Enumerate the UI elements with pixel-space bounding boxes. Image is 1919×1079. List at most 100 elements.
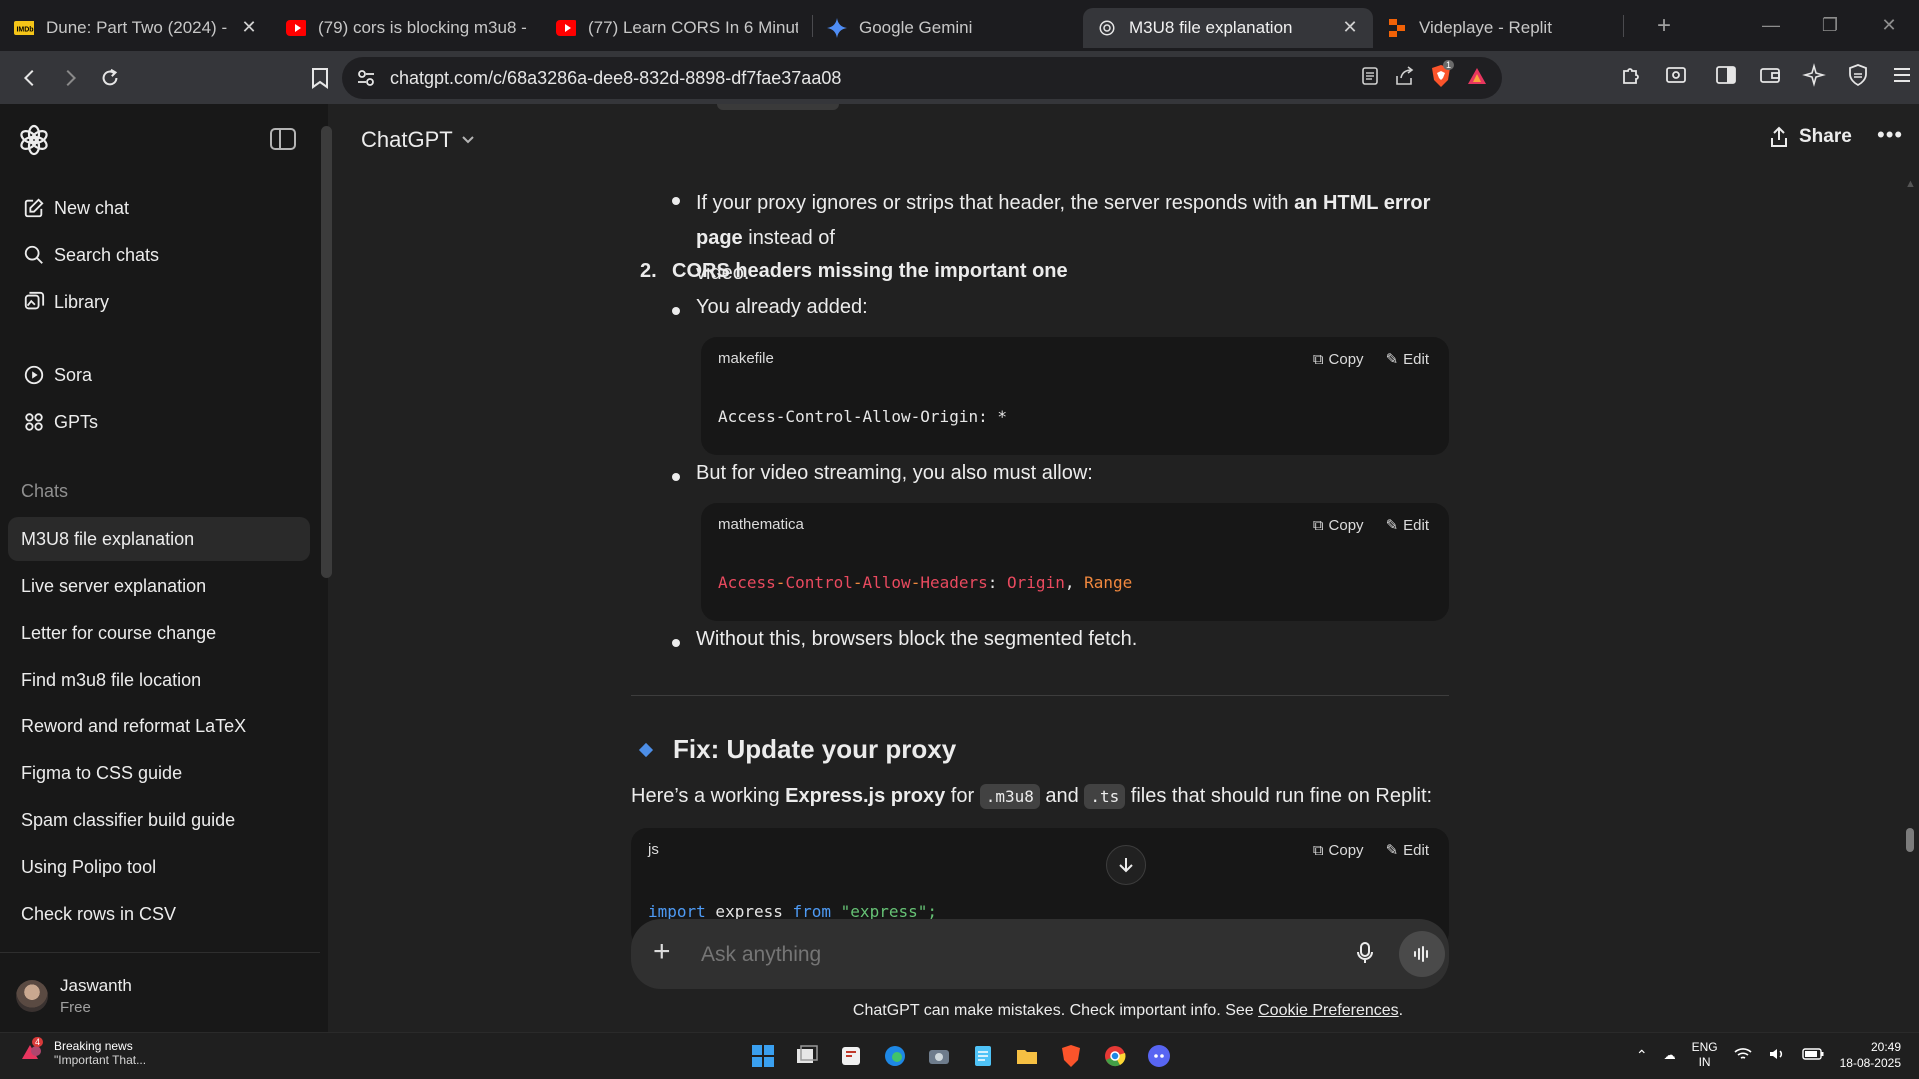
model-selector[interactable]: ChatGPT — [361, 127, 475, 153]
voice-mode-button[interactable] — [1399, 931, 1445, 977]
chat-item[interactable]: Using Polipo tool — [8, 845, 310, 889]
more-options-icon[interactable]: ••• — [1877, 122, 1903, 148]
share-label: Share — [1799, 126, 1852, 147]
news-subtitle: "Important That... — [54, 1053, 147, 1067]
reload-button[interactable] — [90, 58, 130, 98]
share-page-icon[interactable] — [1394, 65, 1416, 91]
chat-item[interactable]: Live server explanation — [8, 564, 310, 608]
new-tab-button[interactable]: + — [1644, 12, 1684, 40]
chat-item[interactable]: Check rows in CSV — [8, 892, 310, 936]
chat-item[interactable]: M3U8 file explanation — [8, 517, 310, 561]
chrome-icon[interactable] — [1100, 1041, 1130, 1071]
sidebar-item-library[interactable]: Library — [8, 280, 310, 324]
cookie-preferences-link[interactable]: Cookie Preferences — [1258, 1002, 1399, 1019]
openai-logo-icon[interactable] — [18, 124, 50, 156]
sidebar-item-new-chat[interactable]: New chat — [8, 186, 310, 230]
bookmark-button[interactable] — [300, 58, 340, 98]
camera-icon[interactable] — [924, 1041, 954, 1071]
onedrive-off-icon[interactable]: ☁ — [1664, 1048, 1676, 1062]
sidebar-item-sora[interactable]: Sora — [8, 353, 310, 397]
forward-button[interactable] — [50, 58, 90, 98]
imdb-icon: IMDb — [14, 18, 34, 38]
snipping-tool-icon[interactable] — [836, 1041, 866, 1071]
address-bar[interactable]: chatgpt.com/c/68a3286a-dee8-832d-8898-df… — [342, 57, 1502, 99]
leo-ai-icon[interactable] — [1802, 63, 1826, 92]
notepad-icon[interactable] — [968, 1041, 998, 1071]
site-settings-icon[interactable] — [356, 68, 376, 93]
code-language: js — [648, 841, 659, 858]
reader-mode-icon[interactable] — [1360, 66, 1380, 91]
language-indicator[interactable]: ENG IN — [1692, 1040, 1718, 1070]
prompt-input[interactable] — [701, 943, 1351, 967]
edit-code-button[interactable]: ✎ Edit — [1386, 516, 1429, 535]
chat-item[interactable]: Letter for course change — [8, 611, 310, 655]
close-tab-icon[interactable]: ✕ — [1341, 17, 1359, 38]
user-profile[interactable]: Jaswanth Free — [16, 976, 132, 1016]
battery-icon[interactable] — [1801, 1047, 1824, 1063]
list-item: You already added: — [672, 296, 868, 319]
share-button[interactable]: Share — [1769, 126, 1852, 148]
close-sidebar-icon[interactable] — [270, 128, 296, 150]
edit-code-button[interactable]: ✎ Edit — [1385, 841, 1429, 860]
file-explorer-icon[interactable] — [1012, 1041, 1042, 1071]
pencil-icon: ✎ — [1385, 842, 1399, 859]
copy-code-button[interactable]: ⧉ Copy — [1313, 350, 1364, 368]
back-button[interactable] — [10, 58, 50, 98]
sidebar-item-label: Search chats — [54, 244, 160, 265]
windows-taskbar: 4 Breaking news "Important That... ⌃ ☁ E… — [0, 1032, 1919, 1079]
news-widget[interactable]: 4 Breaking news "Important That... — [18, 1037, 147, 1067]
wifi-icon[interactable] — [1734, 1047, 1752, 1064]
browser-tab-youtube-1[interactable]: (79) cors is blocking m3u8 - YouTube — [272, 8, 542, 48]
sidebar-item-search-chats[interactable]: Search chats — [8, 233, 310, 277]
browser-tab-youtube-2[interactable]: (77) Learn CORS In 6 Minutes - YouTube — [542, 8, 812, 48]
chat-item[interactable]: Find m3u8 file location — [8, 658, 310, 702]
vpn-icon[interactable] — [1846, 63, 1870, 92]
close-tab-icon[interactable]: ✕ — [240, 17, 258, 38]
main-scrollbar[interactable] — [1906, 828, 1914, 852]
sidebar-toggle-icon[interactable] — [1714, 63, 1738, 92]
menu-icon[interactable] — [1890, 63, 1914, 92]
tab-title: Google Gemini — [859, 17, 973, 37]
browser-tab-active[interactable]: M3U8 file explanation ✕ — [1083, 7, 1373, 48]
sidebar-scrollbar[interactable] — [321, 126, 332, 578]
chat-item[interactable]: Spam classifier build guide — [8, 798, 310, 842]
copy-code-button[interactable]: ⧉ Copy — [1313, 516, 1364, 534]
task-view-icon[interactable] — [792, 1041, 822, 1071]
sidebar-item-label: New chat — [54, 197, 130, 218]
code-line: Access-Control-Allow-Headers: Origin, Ra… — [718, 573, 1133, 592]
system-clock[interactable]: 20:49 18-08-2025 — [1840, 1039, 1901, 1071]
wallet-icon[interactable] — [1758, 63, 1782, 92]
shields-badge: 1 — [1443, 59, 1455, 70]
brave-shields-icon[interactable]: 1 — [1430, 59, 1455, 93]
browser-tab-replit[interactable]: Videplaye - Replit — [1373, 8, 1623, 48]
chevron-up-icon[interactable]: ⌃ — [1636, 1047, 1648, 1064]
copy-code-button[interactable]: ⧉ Copy — [1313, 841, 1364, 859]
windows-start-icon[interactable] — [748, 1041, 778, 1071]
brave-browser-icon[interactable] — [1056, 1041, 1086, 1071]
url-text[interactable]: chatgpt.com/c/68a3286a-dee8-832d-8898-df… — [390, 68, 841, 89]
add-attachment-icon[interactable]: + — [653, 935, 671, 969]
microphone-icon[interactable] — [1355, 941, 1375, 970]
scroll-to-bottom-button[interactable] — [1106, 845, 1146, 885]
tab-title: (79) cors is blocking m3u8 - YouTube — [318, 17, 528, 37]
news-badge-count: 4 — [32, 1037, 44, 1047]
browser-tab-imdb[interactable]: IMDb Dune: Part Two (2024) - IMDb ✕ — [0, 8, 272, 48]
chat-main: ChatGPT Share ••• ▲ If your proxy ignore… — [337, 104, 1919, 1032]
discord-icon[interactable] — [1144, 1041, 1174, 1071]
edit-code-button[interactable]: ✎ Edit — [1386, 350, 1429, 369]
edge-icon[interactable] — [880, 1041, 910, 1071]
disclaimer-text: ChatGPT can make mistakes. Check importa… — [852, 1002, 1404, 1019]
scroll-up-arrow-icon[interactable]: ▲ — [1905, 178, 1916, 190]
brave-rewards-icon[interactable] — [1466, 66, 1488, 91]
volume-icon[interactable] — [1768, 1047, 1786, 1064]
sidebar-item-gpts[interactable]: GPTs — [8, 400, 310, 444]
tab-title: Videplaye - Replit — [1419, 17, 1552, 37]
restore-button[interactable]: ❐ — [1800, 0, 1860, 51]
chat-item[interactable]: Figma to CSS guide — [8, 751, 310, 795]
screenshot-icon[interactable] — [1664, 63, 1688, 92]
close-window-button[interactable]: ✕ — [1859, 0, 1919, 51]
chat-item[interactable]: Reword and reformat LaTeX — [8, 704, 310, 748]
browser-tab-gemini[interactable]: Google Gemini — [813, 8, 1083, 48]
extensions-icon[interactable] — [1620, 63, 1644, 92]
minimize-button[interactable]: — — [1741, 0, 1801, 51]
